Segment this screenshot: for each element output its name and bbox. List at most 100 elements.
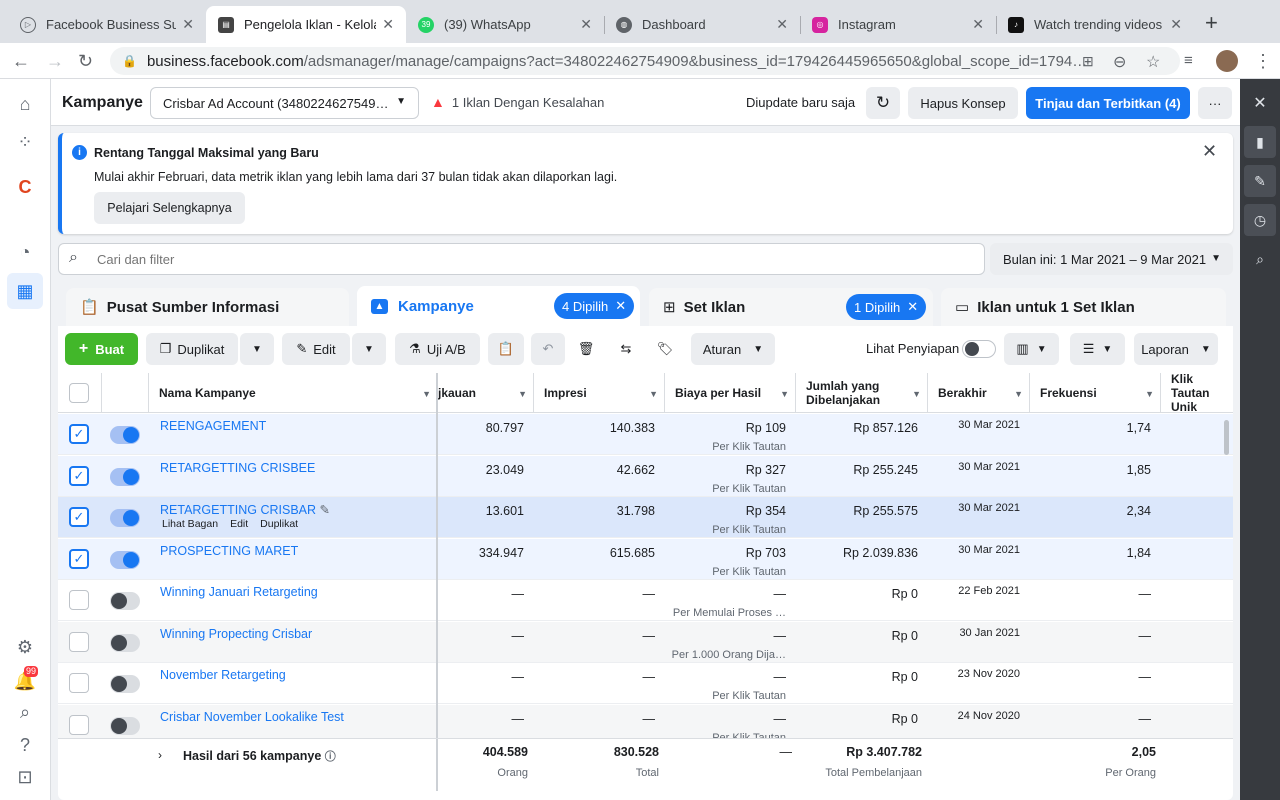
row-action-lihat-bagan[interactable]: Lihat Bagan [162,518,218,530]
search-icon[interactable]: ⌕ [13,700,37,724]
campaign-name-link[interactable]: RETARGETTING CRISBAR [160,503,316,517]
discard-drafts-button[interactable]: Hapus Konsep [908,87,1018,119]
col-header-cost-per-result[interactable]: Biaya per Hasil ▼ [665,373,796,413]
create-button[interactable]: + Buat [65,333,138,365]
edit-dropdown-button[interactable]: ▼ [352,333,386,365]
campaign-name-link[interactable]: November Retargeting [160,668,286,682]
reading-list-icon[interactable]: ≡ [1184,52,1193,69]
zoom-icon[interactable]: ⊖ [1113,52,1126,72]
campaign-name-link[interactable]: Winning Januari Retargeting [160,585,318,599]
row-checkbox[interactable]: ✓ [69,507,89,527]
adsets-selected-pill[interactable]: 1 Dipilih ✕ [846,294,927,320]
campaign-name-link[interactable]: Winning Propecting Crisbar [160,627,312,641]
campaign-name-link[interactable]: REENGAGEMENT [160,419,266,433]
browser-tab-tiktok[interactable]: ♪ Watch trending videos f ✕ [996,6,1194,43]
chart-icon[interactable]: ▮ [1244,126,1276,158]
table-row[interactable]: ✓ RETARGETTING CRISBAR ✎ Lihat Bagan Edit D… [58,497,1233,538]
close-tab-icon[interactable]: ✕ [776,16,788,33]
col-header-reach[interactable]: jkauan ▼ [438,373,534,413]
tag-button[interactable]: 🏷 [648,333,682,365]
row-checkbox[interactable] [69,714,89,735]
col-header-impressions[interactable]: Impresi ▼ [534,373,665,413]
review-publish-button[interactable]: Tinjau dan Terbitkan (4) [1026,87,1190,119]
row-checkbox[interactable]: ✓ [69,424,89,444]
select-all-checkbox[interactable] [69,383,89,403]
tab-ads[interactable]: ▭ Iklan untuk 1 Set Iklan [941,288,1226,326]
table-row[interactable]: ✓ REENGAGEMENT 80.797 140.383 Rp 109 Per … [58,414,1233,455]
history-clock-icon[interactable]: ◷ [1244,204,1276,236]
back-arrow-icon[interactable]: ← [12,51,30,72]
close-icon[interactable]: ✕ [1202,141,1217,162]
table-row[interactable]: ✓ PROSPECTING MARET 334.947 615.685 Rp 7… [58,538,1233,580]
date-range-picker[interactable]: Bulan ini: 1 Mar 2021 – 9 Mar 2021 ▼ [990,243,1233,275]
tab-campaigns[interactable]: ▲ Kampanye 4 Dipilih ✕ [357,286,640,326]
table-row[interactable]: Crisbar November Lookalike Test — — — Per… [58,704,1233,738]
row-checkbox[interactable]: ✓ [69,465,89,486]
row-checkbox[interactable] [69,631,89,652]
paste-button[interactable]: 📋 [488,333,524,365]
browser-tab-whatsapp[interactable]: 39 (39) WhatsApp ✕ [406,6,604,43]
preview-setup-toggle[interactable] [962,340,996,358]
duplicate-button[interactable]: ❐ Duplikat [146,333,238,365]
browser-menu-icon[interactable]: ⋮ [1254,51,1272,72]
browser-tab-instagram[interactable]: ◎ Instagram ✕ [800,6,996,43]
more-options-button[interactable]: ··· [1198,87,1232,119]
table-row[interactable]: Winning Januari Retargeting — — — Per Mem… [58,580,1233,621]
reload-icon[interactable]: ↻ [78,51,93,72]
translate-icon[interactable]: ⊞ [1082,53,1094,70]
campaign-name-link[interactable]: PROSPECTING MARET [160,544,298,558]
delete-button[interactable]: 🗑 [569,333,603,365]
settings-gear-icon[interactable]: ⚙ [13,635,37,659]
help-icon[interactable]: ? [13,733,37,757]
browser-tab-ads-manager[interactable]: ▤ Pengelola Iklan - Kelola ✕ [206,6,406,43]
row-checkbox[interactable] [69,673,89,693]
undo-button[interactable]: ↶ [531,333,565,365]
tab-ad-sets[interactable]: ⊞ Set Iklan 1 Dipilih ✕ [649,288,933,326]
campaign-toggle[interactable] [110,592,140,610]
campaign-toggle[interactable] [110,716,140,735]
campaign-toggle[interactable] [110,509,140,527]
close-tab-icon[interactable]: ✕ [972,16,984,33]
row-action-edit[interactable]: Edit [230,518,248,530]
close-tab-icon[interactable]: ✕ [580,16,592,33]
clear-selection-icon[interactable]: ✕ [907,299,918,315]
ab-test-button[interactable]: ⚗ Uji A/B [395,333,480,365]
refresh-button[interactable]: ↻ [866,87,900,119]
breakdown-button[interactable]: ☰ ▼ [1070,333,1125,365]
error-notice[interactable]: ▲ 1 Iklan Dengan Kesalahan [431,94,604,110]
ad-account-selector[interactable]: Crisbar Ad Account (3480224627549… ▼ [150,87,419,119]
tab-resource-center[interactable]: 📋 Pusat Sumber Informasi [66,288,349,326]
dashboard-gauge-icon[interactable]: ◔ [13,240,37,264]
edit-button[interactable]: ✎ Edit [282,333,350,365]
search-filter-bar[interactable]: ⌕ [58,243,985,275]
reports-button[interactable]: Laporan ▼ [1134,333,1218,365]
close-tab-icon[interactable]: ✕ [382,16,394,33]
edit-name-icon[interactable]: ✎ [320,503,330,517]
learn-more-button[interactable]: Pelajari Selengkapnya [94,192,245,224]
search-input[interactable] [97,249,967,269]
campaign-toggle[interactable] [110,467,140,486]
vertical-scrollbar[interactable] [1224,420,1229,455]
expand-chevron-icon[interactable]: › [158,748,162,762]
inspect-icon[interactable]: ⌕ [1244,243,1276,275]
col-header-amount-spent[interactable]: Jumlah yang Dibelanjakan ▼ [796,373,928,413]
close-tab-icon[interactable]: ✕ [1170,16,1182,33]
rules-button[interactable]: Aturan ▼ [691,333,775,365]
table-row[interactable]: November Retargeting — — — Per Klik Tauta… [58,663,1233,704]
campaigns-selected-pill[interactable]: 4 Dipilih ✕ [554,293,635,319]
row-action-duplikat[interactable]: Duplikat [260,518,298,530]
all-tools-grid-icon[interactable]: ⁘ [13,130,37,154]
profile-avatar[interactable] [1216,50,1238,72]
new-tab-button[interactable]: + [1205,10,1218,36]
browser-tab-business-suite[interactable]: ▷ Facebook Business Suit ✕ [8,6,206,43]
campaign-name-link[interactable]: RETARGETTING CRISBEE [160,461,315,475]
row-checkbox[interactable]: ✓ [69,548,89,569]
table-row[interactable]: Winning Propecting Crisbar — — — Per 1.00… [58,621,1233,663]
browser-tab-dashboard[interactable]: ◍ Dashboard ✕ [604,6,800,43]
export-button[interactable]: ⇆ [609,333,643,365]
campaign-toggle[interactable] [110,426,140,444]
campaign-toggle[interactable] [110,550,140,569]
crisbar-account-icon[interactable]: C [13,175,37,199]
ads-manager-nav-active[interactable]: ▦ [7,273,43,309]
duplicate-dropdown-button[interactable]: ▼ [240,333,274,365]
